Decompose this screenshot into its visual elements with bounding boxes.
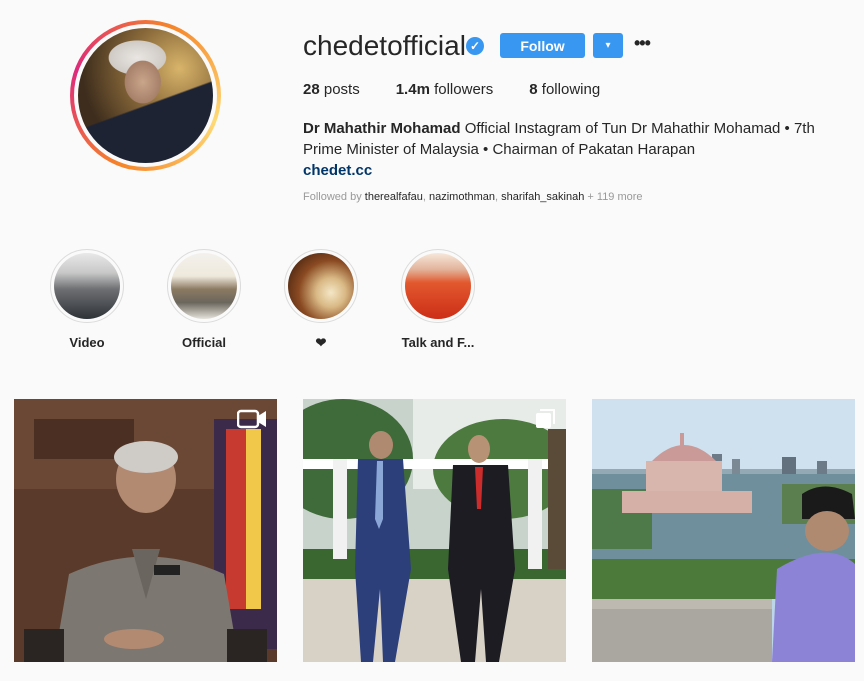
highlight-cover — [405, 253, 471, 319]
more-options-icon[interactable]: ••• — [634, 33, 654, 58]
post-image — [303, 399, 566, 662]
full-name: Dr Mahathir Mohamad — [303, 120, 461, 137]
avatar-gap — [74, 24, 217, 167]
following-stat[interactable]: 8 following — [529, 81, 600, 98]
profile-avatar-ring[interactable] — [70, 20, 221, 171]
profile-stats: 28 posts 1.4m followers 8 following — [303, 81, 600, 98]
highlight-cover — [54, 253, 120, 319]
highlight-label: Video — [69, 335, 105, 350]
multiple-photos-icon — [534, 408, 556, 435]
video-camera-icon — [236, 408, 267, 435]
website-link[interactable]: chedet.cc — [303, 160, 843, 181]
highlight-ring — [284, 249, 358, 323]
highlight-heart[interactable]: ❤ — [271, 249, 371, 351]
more-followers[interactable]: + 119 more — [587, 191, 642, 203]
follow-button[interactable]: Follow — [500, 33, 585, 58]
profile-avatar[interactable] — [78, 28, 213, 163]
post-image — [14, 399, 277, 662]
suggestions-dropdown-button[interactable]: ▾ — [593, 33, 623, 58]
post-image — [592, 399, 855, 662]
followed-by[interactable]: Followed by therealfafau, nazimothman, s… — [303, 191, 643, 203]
highlight-cover — [171, 253, 237, 319]
highlight-official[interactable]: Official — [154, 249, 254, 350]
profile-bio: Dr Mahathir Mohamad Official Instagram o… — [303, 118, 843, 181]
highlight-ring — [167, 249, 241, 323]
post-thumbnail[interactable] — [303, 399, 566, 662]
followers-stat[interactable]: 1.4m followers — [396, 81, 494, 98]
highlight-label: ❤ — [315, 335, 327, 350]
username: chedetofficial — [303, 30, 466, 61]
post-thumbnail[interactable] — [14, 399, 277, 662]
highlight-ring — [50, 249, 124, 323]
highlight-cover — [288, 253, 354, 319]
mutual-follower[interactable]: therealfafau — [365, 191, 423, 203]
mutual-follower[interactable]: nazimothman — [429, 191, 495, 203]
highlight-ring — [401, 249, 475, 323]
highlight-label: Official — [181, 335, 227, 350]
highlight-video[interactable]: Video — [37, 249, 137, 350]
mutual-follower[interactable]: sharifah_sakinah — [501, 191, 584, 203]
posts-stat: 28 posts — [303, 81, 360, 98]
verified-badge-icon: ✓ — [466, 37, 484, 55]
highlight-label: Talk and F... — [401, 335, 475, 350]
highlight-talk[interactable]: Talk and F... — [388, 249, 488, 350]
post-thumbnail[interactable] — [592, 399, 855, 662]
